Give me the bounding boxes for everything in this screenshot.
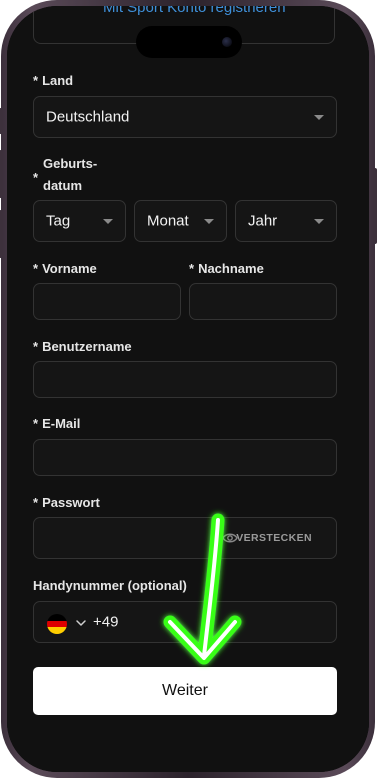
birth-year-select[interactable]: Jahr [235, 200, 337, 242]
birth-day-select[interactable]: Tag [33, 200, 126, 242]
password-input[interactable]: VERSTECKEN [33, 517, 337, 559]
first-name-input[interactable] [33, 283, 181, 320]
country-select[interactable]: Deutschland [33, 96, 337, 138]
registration-form: Mit Sport Konto registrieren * Land Deuts… [7, 6, 369, 772]
username-input[interactable] [33, 361, 337, 398]
phone-input[interactable]: +49 [33, 601, 337, 643]
dynamic-island [136, 26, 242, 58]
email-label: * E-Mail [33, 416, 81, 431]
chevron-down-icon [103, 219, 113, 224]
action-button [0, 108, 3, 134]
chevron-down-icon [204, 219, 214, 224]
germany-flag-icon[interactable] [47, 614, 67, 634]
chevron-down-icon[interactable] [75, 617, 87, 629]
last-name-input[interactable] [189, 283, 337, 320]
country-value: Deutschland [46, 108, 130, 126]
hide-password-toggle[interactable]: VERSTECKEN [236, 532, 312, 544]
volume-up-button [0, 150, 3, 198]
phone-frame: Mit Sport Konto registrieren * Land Deuts… [0, 0, 377, 778]
sport-account-link[interactable]: Mit Sport Konto registrieren [103, 6, 286, 16]
chevron-down-icon [314, 219, 324, 224]
country-label: * Land [33, 73, 74, 88]
power-button [373, 168, 377, 244]
birth-month-value: Monat [147, 212, 189, 230]
dial-code: +49 [93, 613, 119, 631]
phone-label: Handynummer (optional) [33, 578, 187, 593]
chevron-down-icon [314, 115, 324, 120]
flag-stripe [47, 620, 67, 628]
username-label: * Benutzername [33, 339, 132, 354]
birth-year-value: Jahr [248, 212, 278, 230]
last-name-label: * Nachname [189, 261, 264, 276]
continue-button[interactable]: Weiter [33, 667, 337, 715]
birth-month-select[interactable]: Monat [134, 200, 227, 242]
flag-stripe [47, 627, 67, 634]
email-input[interactable] [33, 439, 337, 476]
password-label: * Passwort [33, 495, 100, 510]
camera-icon [222, 37, 232, 47]
phone-screen: Mit Sport Konto registrieren * Land Deuts… [7, 6, 369, 772]
birth-day-value: Tag [46, 212, 71, 230]
first-name-label: * Vorname [33, 261, 97, 276]
volume-down-button [0, 210, 3, 258]
flag-stripe [47, 614, 67, 621]
